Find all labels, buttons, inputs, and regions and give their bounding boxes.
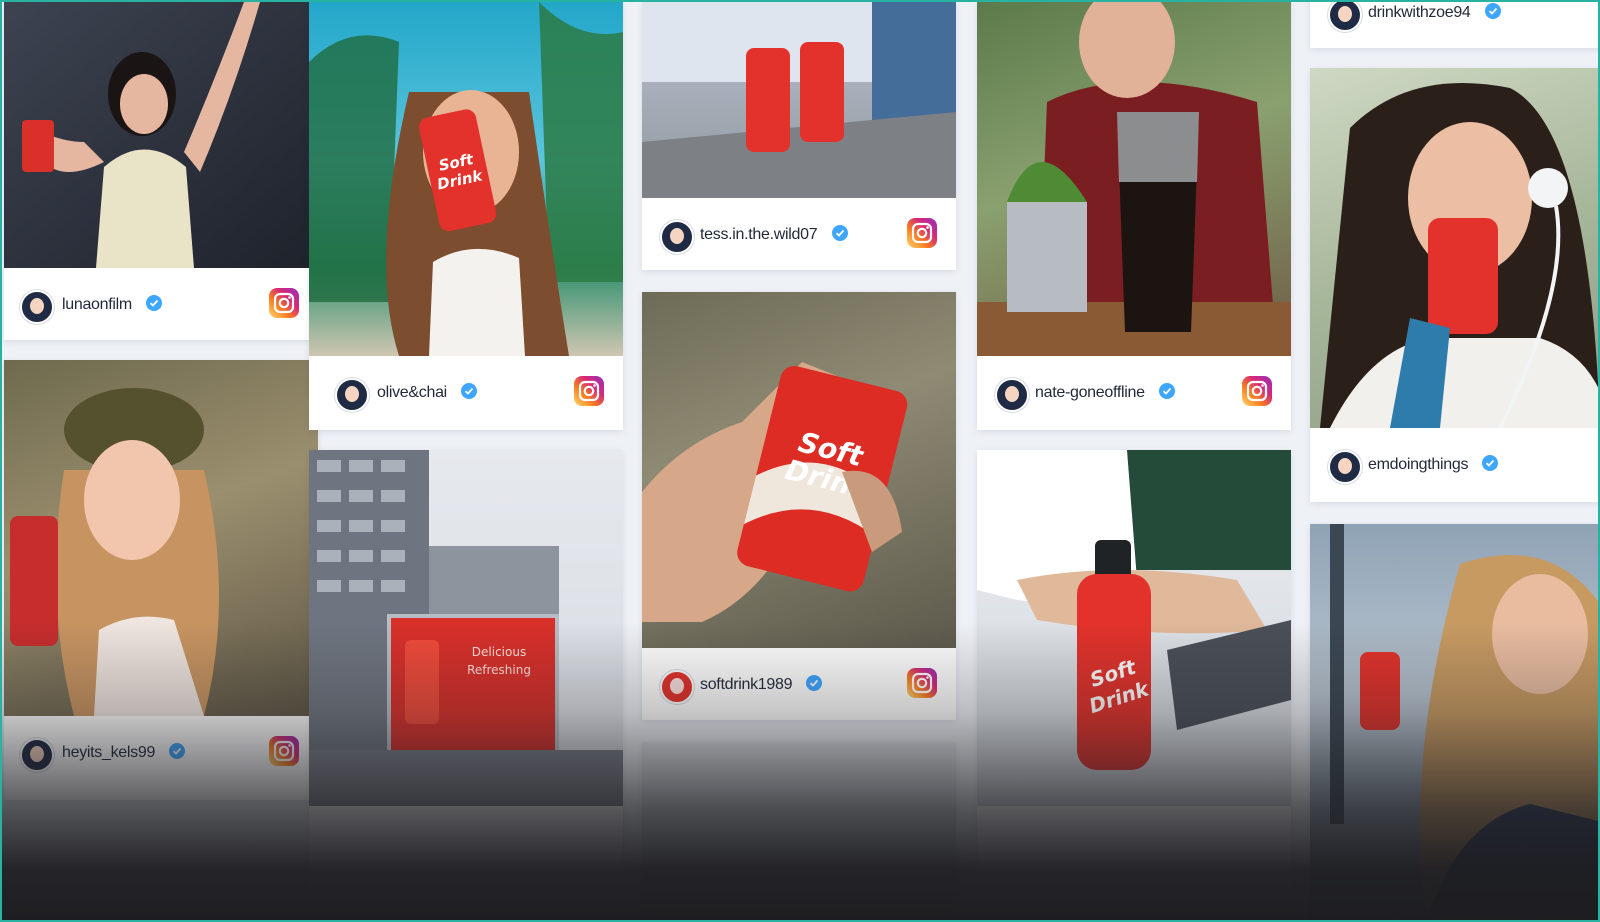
username[interactable]: olive&chai [377, 383, 478, 402]
post-footer: lunaonfilm [4, 268, 318, 340]
username-text[interactable]: olive&chai [377, 384, 447, 401]
verified-badge-icon [461, 383, 478, 399]
avatar[interactable] [20, 738, 54, 772]
verified-badge-icon [169, 743, 186, 759]
verified-badge-icon [1158, 383, 1175, 399]
post-footer: nate-goneoffline [977, 356, 1291, 428]
man-with-glass-image [977, 2, 1291, 356]
verified-badge-icon [1484, 3, 1501, 19]
post-photo: Soft Drink [642, 292, 956, 648]
verified-badge-icon [806, 675, 823, 691]
post-card[interactable]: drinkwithzoe94 [1310, 2, 1598, 48]
post-footer: drinkwithzoe94 [1310, 2, 1598, 48]
post-photo [642, 742, 956, 920]
verified-badge-icon [831, 225, 848, 241]
post-photo [642, 2, 956, 198]
verified-badge-icon [146, 295, 163, 311]
avatar[interactable] [660, 220, 694, 254]
avatar[interactable] [1328, 450, 1362, 484]
post-photo: Soft Drink [309, 2, 623, 356]
woman-holding-can-image [10, 388, 219, 716]
woman-headphones-drinking-image [1320, 83, 1598, 428]
post-card[interactable]: nate-goneoffline [977, 2, 1291, 430]
post-card[interactable]: Delicious Refreshing [309, 450, 623, 890]
post-card[interactable]: Soft Drink softdrink1989 [642, 292, 956, 720]
post-footer: tess.in.the.wild07 [642, 198, 956, 270]
post-card[interactable]: Soft Drink [977, 450, 1291, 890]
username-text[interactable]: drinkwithzoe94 [1368, 4, 1471, 21]
instagram-icon[interactable] [268, 287, 300, 319]
username[interactable]: emdoingthings [1368, 455, 1499, 474]
username[interactable]: lunaonfilm [62, 295, 163, 314]
username-text[interactable]: heyits_kels99 [62, 744, 155, 761]
instagram-icon[interactable] [906, 217, 938, 249]
username[interactable]: nate-goneoffline [1035, 383, 1175, 402]
post-photo: Soft Drink [977, 450, 1291, 806]
post-footer: olive&chai [309, 356, 623, 428]
username[interactable]: softdrink1989 [700, 675, 823, 694]
billboard-building-image: Delicious Refreshing [309, 450, 623, 806]
woman-sunset-can-image [1330, 524, 1598, 920]
avatar[interactable] [1328, 2, 1362, 32]
avatar[interactable] [20, 290, 54, 324]
instagram-icon[interactable] [906, 667, 938, 699]
username-text[interactable]: nate-goneoffline [1035, 384, 1145, 401]
billboard-text: Refreshing [467, 663, 531, 677]
username-text[interactable]: emdoingthings [1368, 456, 1468, 473]
post-photo: Delicious Refreshing [309, 450, 623, 806]
username[interactable]: drinkwithzoe94 [1368, 3, 1501, 22]
instagram-icon[interactable] [1241, 375, 1273, 407]
instagram-icon[interactable] [573, 375, 605, 407]
avatar[interactable] [660, 670, 694, 704]
verified-badge-icon [1482, 455, 1499, 471]
post-photo [4, 2, 318, 268]
bottle-laptop-image: Soft Drink [977, 450, 1291, 770]
post-card[interactable]: tess.in.the.wild07 [642, 2, 956, 270]
avatar[interactable] [335, 378, 369, 412]
billboard-text: Delicious [472, 645, 526, 659]
instagram-icon[interactable] [268, 735, 300, 767]
username[interactable]: heyits_kels99 [62, 743, 186, 762]
username-text[interactable]: tess.in.the.wild07 [700, 226, 818, 243]
post-footer: heyits_kels99 [4, 716, 318, 788]
post-card[interactable] [642, 742, 956, 920]
cans-on-rock-image [642, 2, 956, 198]
username-text[interactable]: lunaonfilm [62, 296, 132, 313]
post-photo [977, 2, 1291, 356]
post-photo [4, 360, 318, 716]
hand-holding-can-image: Soft Drink [642, 362, 908, 622]
post-footer: softdrink1989 [642, 648, 956, 720]
post-card[interactable]: heyits_kels99 [4, 360, 318, 800]
username[interactable]: tess.in.the.wild07 [700, 225, 848, 244]
creator-feed-collage: lunaonfilm heyits_kels99 Soft Drink oliv… [0, 0, 1600, 922]
post-card[interactable]: lunaonfilm [4, 2, 318, 340]
username-text[interactable]: softdrink1989 [700, 676, 792, 693]
woman-beach-can-image: Soft Drink [309, 2, 623, 356]
post-photo [1310, 524, 1598, 920]
post-card[interactable] [1310, 524, 1598, 920]
post-card[interactable]: Soft Drink olive&chai [309, 2, 623, 430]
post-photo [1310, 68, 1598, 428]
avatar[interactable] [995, 378, 1029, 412]
post-card[interactable]: emdoingthings [1310, 68, 1598, 502]
woman-celebrating-image [22, 2, 260, 268]
post-footer: emdoingthings [1310, 428, 1598, 500]
